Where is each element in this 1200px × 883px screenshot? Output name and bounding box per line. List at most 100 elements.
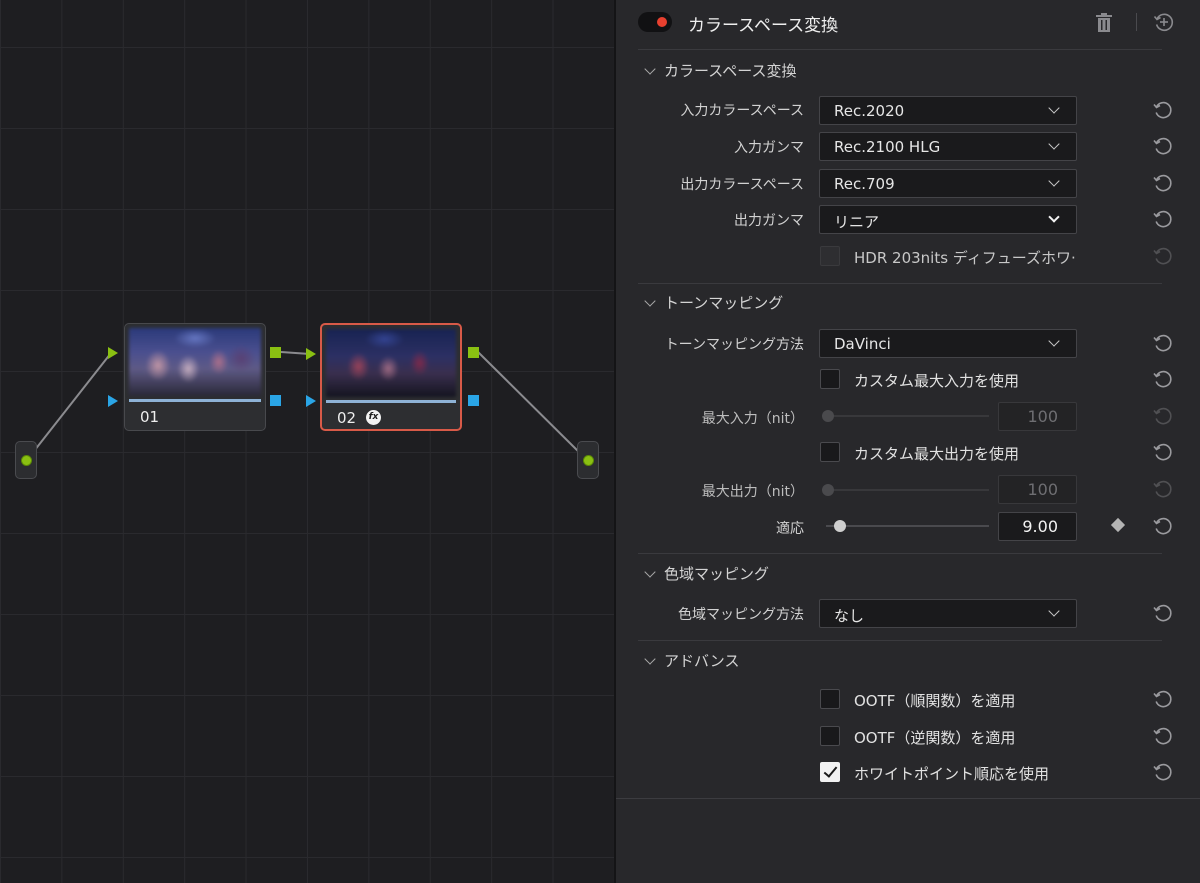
- output-gamma-select[interactable]: リニア: [819, 205, 1077, 234]
- chevron-down-icon: [644, 63, 656, 75]
- node-02-thumbnail: [326, 329, 456, 397]
- output-colorspace-select[interactable]: Rec.709: [819, 169, 1077, 198]
- gamut-mapping-method-label: 色域マッピング方法: [678, 607, 804, 623]
- output-colorspace-label: 出力カラースペース: [680, 177, 804, 193]
- keyframe-icon[interactable]: [1110, 517, 1126, 533]
- panel-title: カラースペース変換: [688, 16, 839, 36]
- divider: [638, 49, 1162, 50]
- node-02-alpha-output-port[interactable]: [468, 395, 479, 406]
- effect-enable-toggle[interactable]: [638, 12, 672, 32]
- max-output-field: 100: [998, 475, 1077, 504]
- node-01-label: 01: [140, 408, 160, 426]
- ootf-inverse-checkbox[interactable]: [820, 726, 840, 746]
- node-01-bar: [129, 399, 261, 402]
- white-point-adaptation-checkbox[interactable]: [820, 762, 840, 782]
- tree-output-node[interactable]: [577, 441, 599, 479]
- adaptation-field[interactable]: 9.00: [998, 512, 1077, 541]
- input-colorspace-value: Rec.2020: [834, 102, 905, 120]
- node-01-alpha-input-port[interactable]: [108, 395, 118, 407]
- section-title-csc: カラースペース変換: [664, 62, 797, 80]
- chevron-down-icon: [644, 566, 656, 578]
- divider: [616, 798, 1200, 799]
- output-gamma-label: 出力ガンマ: [734, 213, 804, 229]
- node-02-rgb-input-port[interactable]: [306, 348, 316, 360]
- reset-icon[interactable]: [1152, 602, 1174, 624]
- node-02-bar: [326, 400, 456, 403]
- source-input-node[interactable]: [15, 441, 37, 479]
- max-output-slider: [826, 489, 989, 491]
- ootf-forward-checkbox[interactable]: [820, 689, 840, 709]
- max-output-slider-knob: [822, 484, 834, 496]
- reset-icon: [1153, 407, 1172, 425]
- node-02-rgb-output-port[interactable]: [468, 347, 479, 358]
- node-02[interactable]: 02 fx: [320, 323, 462, 431]
- tone-mapping-method-value: DaVinci: [834, 335, 891, 353]
- node-graph[interactable]: 01 02 fx: [0, 0, 614, 883]
- ootf-inverse-label: OOTF（逆関数）を適用: [854, 729, 1016, 747]
- tree-input-port[interactable]: [583, 455, 594, 466]
- fx-icon: fx: [366, 410, 381, 425]
- input-colorspace-select[interactable]: Rec.2020: [819, 96, 1077, 125]
- output-gamma-value: リニア: [834, 213, 880, 231]
- max-input-field: 100: [998, 402, 1077, 431]
- custom-max-input-checkbox[interactable]: [820, 369, 840, 389]
- node-01-thumbnail: [129, 328, 261, 396]
- custom-max-input-label: カスタム最大入力を使用: [854, 372, 1020, 390]
- section-header-advanced[interactable]: アドバンス: [642, 650, 739, 671]
- reset-icon[interactable]: [1152, 688, 1174, 710]
- chevron-down-icon: [1048, 102, 1060, 114]
- reset-icon[interactable]: [1152, 761, 1174, 783]
- effect-inspector: カラースペース変換 カラースペース変換 入力カラースペース Rec.2020 入…: [614, 0, 1200, 883]
- section-title-advanced: アドバンス: [664, 652, 740, 670]
- reset-icon[interactable]: [1152, 172, 1174, 194]
- tone-mapping-method-select[interactable]: DaVinci: [819, 329, 1077, 358]
- hdr-diffuse-white-label: HDR 203nits ディフューズホワ·: [854, 249, 1076, 267]
- divider: [638, 283, 1162, 284]
- reset-icon[interactable]: [1152, 515, 1174, 537]
- toggle-knob: [657, 17, 667, 27]
- input-gamma-select[interactable]: Rec.2100 HLG: [819, 132, 1077, 161]
- reset-icon[interactable]: [1152, 441, 1174, 463]
- node-02-alpha-input-port[interactable]: [306, 395, 316, 407]
- reset-all-icon[interactable]: [1152, 10, 1176, 34]
- gamut-mapping-method-select[interactable]: なし: [819, 599, 1077, 628]
- section-header-gamut-mapping[interactable]: 色域マッピング: [642, 563, 769, 584]
- max-input-slider: [826, 415, 989, 417]
- node-01[interactable]: 01: [124, 323, 266, 431]
- reset-icon[interactable]: [1152, 368, 1174, 390]
- section-header-tone-mapping[interactable]: トーンマッピング: [642, 292, 783, 313]
- header-separator: [1136, 13, 1137, 31]
- reset-icon[interactable]: [1152, 208, 1174, 230]
- max-input-label: 最大入力（nit）: [701, 411, 804, 427]
- max-input-slider-knob: [822, 410, 834, 422]
- node-01-rgb-output-port[interactable]: [270, 347, 281, 358]
- chevron-down-icon: [1048, 335, 1060, 347]
- white-point-adaptation-label: ホワイトポイント順応を使用: [854, 765, 1050, 783]
- input-gamma-label: 入力ガンマ: [734, 140, 804, 156]
- custom-max-output-checkbox[interactable]: [820, 442, 840, 462]
- reset-icon: [1153, 480, 1172, 498]
- connection-node-02-to-output: [477, 351, 588, 461]
- adaptation-slider-knob[interactable]: [834, 520, 846, 532]
- trash-icon[interactable]: [1094, 12, 1114, 34]
- node-01-rgb-input-port[interactable]: [108, 347, 118, 359]
- chevron-down-icon: [1048, 138, 1060, 150]
- divider: [638, 553, 1162, 554]
- ootf-forward-label: OOTF（順関数）を適用: [854, 692, 1016, 710]
- reset-icon[interactable]: [1152, 135, 1174, 157]
- input-colorspace-label: 入力カラースペース: [680, 103, 804, 119]
- max-output-label: 最大出力（nit）: [701, 484, 804, 500]
- input-gamma-value: Rec.2100 HLG: [834, 138, 941, 156]
- node-01-alpha-output-port[interactable]: [270, 395, 281, 406]
- section-header-csc[interactable]: カラースペース変換: [642, 60, 796, 81]
- reset-icon[interactable]: [1152, 332, 1174, 354]
- hdr-diffuse-white-checkbox[interactable]: [820, 246, 840, 266]
- section-title-tone-mapping: トーンマッピング: [664, 294, 784, 312]
- node-connections: [26, 351, 588, 461]
- source-output-port[interactable]: [21, 455, 32, 466]
- reset-icon[interactable]: [1152, 99, 1174, 121]
- chevron-down-icon: [1048, 211, 1060, 223]
- adaptation-slider[interactable]: [826, 525, 989, 527]
- chevron-down-icon: [644, 295, 656, 307]
- reset-icon[interactable]: [1152, 725, 1174, 747]
